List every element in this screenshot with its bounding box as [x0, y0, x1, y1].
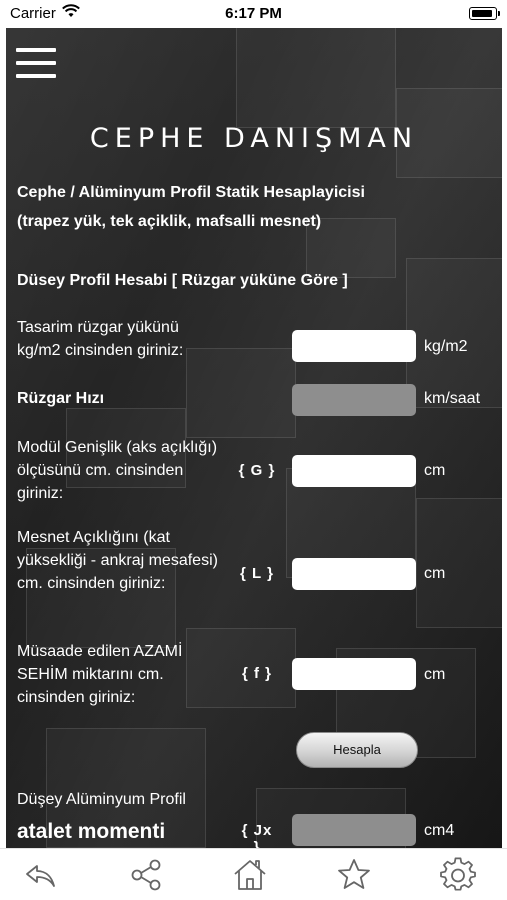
inertia-output — [292, 814, 416, 846]
back-icon[interactable] — [22, 857, 62, 893]
module-width-label: Modül Genişlik (aks açıklığı) ölçüsünü c… — [17, 439, 218, 502]
inertia-label-line-2: atalet momenti — [17, 820, 166, 843]
wind-speed-label: Rüzgar Hızı — [17, 390, 105, 407]
module-width-input[interactable] — [292, 455, 416, 487]
module-width-unit: cm — [424, 462, 446, 479]
calculate-button[interactable]: Hesapla — [296, 732, 418, 768]
module-width-symbol: { G } — [238, 462, 276, 479]
share-icon[interactable] — [128, 857, 168, 893]
menu-icon[interactable] — [16, 48, 56, 82]
status-bar: Carrier 6:17 PM — [0, 0, 507, 28]
section-title: Düsey Profil Hesabi [ Rüzgar yüküne Göre… — [17, 272, 348, 289]
inertia-label-line-1: Düşey Alüminyum Profil — [17, 791, 186, 808]
brand-logo: CEPHE DANIŞMAN — [89, 123, 419, 154]
star-icon[interactable] — [336, 857, 376, 893]
battery-icon — [469, 7, 500, 20]
title-line-1: Cephe / Alüminyum Profil Statik Hesaplay… — [17, 184, 365, 201]
max-deflection-unit: cm — [424, 666, 446, 683]
home-icon[interactable] — [232, 857, 272, 893]
wind-speed-unit: km/saat — [424, 390, 481, 407]
support-span-symbol: { L } — [240, 565, 274, 582]
support-span-label: Mesnet Açıklığını (kat yüksekliği - ankr… — [17, 529, 218, 592]
status-time: 6:17 PM — [225, 5, 282, 22]
title-line-2: (trapez yük, tek açiklik, mafsalli mesne… — [17, 213, 322, 230]
wind-speed-output — [292, 384, 416, 416]
app-screen: CEPHE DANIŞMAN Cephe / Alüminyum Profil … — [6, 28, 502, 848]
support-span-input[interactable] — [292, 558, 416, 590]
page-title: Cephe / Alüminyum Profil Statik Hesaplay… — [17, 178, 487, 236]
max-deflection-symbol: { f } — [241, 665, 272, 682]
inertia-unit: cm4 — [424, 822, 455, 839]
wind-load-label: Tasarim rüzgar yükünü kg/m2 cinsinden gi… — [17, 319, 184, 359]
gear-icon[interactable] — [440, 857, 480, 893]
wind-load-input[interactable] — [292, 330, 416, 362]
support-span-unit: cm — [424, 565, 446, 582]
max-deflection-label: Müsaade edilen AZAMİ SEHİM miktarını cm.… — [17, 643, 183, 706]
wind-load-unit: kg/m2 — [424, 338, 468, 355]
inertia-symbol: { Jx } — [241, 822, 273, 848]
max-deflection-input[interactable] — [292, 658, 416, 690]
tab-bar — [0, 848, 507, 900]
